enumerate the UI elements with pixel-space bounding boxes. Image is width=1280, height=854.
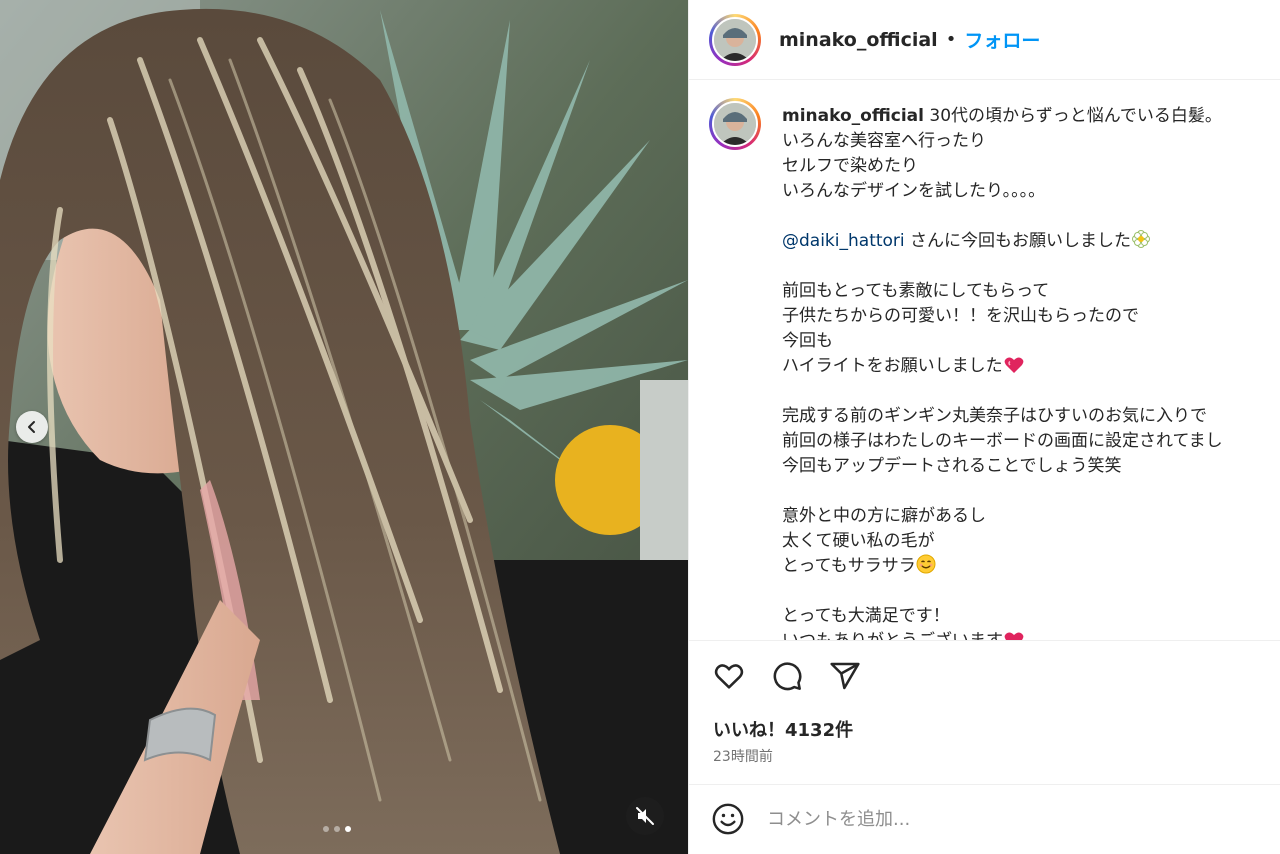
caption-text: minako_official 30代の頃からずっと悩んでいる白髪。 いろんな美… [782, 104, 1280, 640]
two-hearts-emoji-icon [1004, 357, 1024, 373]
caption-line: さんに今回もお願いしました [904, 231, 1132, 251]
caption-line: 前回の様子はわたしのキーボードの画面に設定されてまし [782, 431, 1223, 451]
caption-avatar[interactable] [709, 98, 761, 150]
post-timestamp[interactable]: 23時間前 [713, 746, 773, 766]
divider [689, 784, 1280, 785]
carousel-dot [334, 826, 340, 832]
caption-line: とっても大満足です！ [782, 606, 950, 626]
caption-line: 30代の頃からずっと悩んでいる白髪。 [924, 106, 1222, 126]
carousel-indicator [323, 826, 351, 832]
post-photo [0, 0, 688, 854]
post-side-panel: minako_official • フォロー minako_official 3… [688, 0, 1280, 854]
follow-button[interactable]: フォロー [964, 26, 1040, 53]
previous-slide-button[interactable] [16, 411, 48, 443]
caption-area[interactable]: minako_official 30代の頃からずっと悩んでいる白髪。 いろんな美… [689, 80, 1280, 640]
comment-button[interactable] [769, 658, 805, 694]
caption-line: 前回もとっても素敵にしてもらって [782, 281, 1050, 301]
caption-line: 意外と中の方に癖があるし [782, 506, 986, 526]
caption-line: とってもサラサラ [782, 556, 916, 576]
caption-line: 完成する前のギンギン丸美奈子はひすいのお気に入りで [782, 406, 1207, 426]
comment-bar [711, 802, 1261, 836]
caption-line: いろんな美容室へ行ったり [782, 131, 986, 151]
speaker-muted-icon [636, 807, 654, 825]
post-media[interactable] [0, 0, 688, 854]
caption-line: ハイライトをお願いしました [782, 356, 1003, 376]
caption-username[interactable]: minako_official [782, 106, 924, 126]
post-actions [711, 658, 863, 694]
caption-line: いつもありがとうございます [782, 631, 1003, 640]
caption-line: 子供たちからの可愛い！！を沢山もらったので [782, 306, 1139, 326]
heart-icon [714, 664, 744, 689]
caption-line: 今回も [782, 331, 833, 351]
mute-button[interactable] [626, 797, 664, 835]
separator-dot: • [945, 29, 957, 50]
comment-icon [773, 662, 802, 691]
avatar-image [712, 101, 758, 147]
post-header: minako_official • フォロー [689, 0, 1280, 80]
mention-link[interactable]: @daiki_hattori [782, 231, 905, 251]
caption-line: 太くて硬い私の毛が [782, 531, 935, 551]
share-button[interactable] [827, 658, 863, 694]
caption-line: セルフで染めたり [782, 156, 918, 176]
carousel-dot-active [345, 826, 351, 832]
caption-line: 今回もアップデートされることでしょう笑笑 [782, 456, 1122, 476]
two-hearts-emoji-icon [1004, 632, 1024, 640]
post-username[interactable]: minako_official [779, 29, 938, 51]
comment-input[interactable] [767, 808, 1247, 830]
send-icon [830, 662, 860, 690]
smiling-face-emoji-icon [916, 554, 936, 574]
divider [689, 640, 1280, 641]
emoji-picker-icon[interactable] [711, 802, 745, 836]
likes-count[interactable]: いいね！4132件 [713, 716, 853, 742]
caption-line: いろんなデザインを試したり。。。。 [782, 181, 1046, 201]
like-button[interactable] [711, 658, 747, 694]
chevron-left-icon [28, 421, 35, 433]
avatar-image [712, 16, 758, 63]
carousel-dot [323, 826, 329, 832]
avatar[interactable] [709, 13, 761, 66]
flower-emoji-icon [1132, 230, 1151, 248]
